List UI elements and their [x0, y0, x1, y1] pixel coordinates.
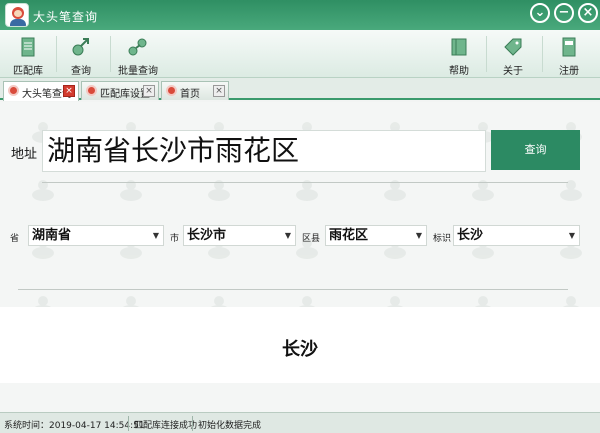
watermark-logo-icon: [118, 180, 144, 202]
close-icon[interactable]: ×: [63, 85, 75, 97]
batch-query-icon: [128, 38, 147, 56]
status-divider: [192, 416, 193, 431]
address-input[interactable]: 湖南省长沙市雨花区: [42, 130, 486, 172]
app-tab-icon: [8, 85, 19, 96]
tab-query[interactable]: 大头笔查询 ×: [3, 81, 79, 101]
register-button[interactable]: 注册: [554, 30, 584, 78]
district-label: 区县: [302, 234, 321, 244]
document-icon: [21, 37, 35, 57]
close-icon[interactable]: ×: [578, 3, 598, 23]
window-title: 大头笔查询: [33, 10, 99, 24]
city-select[interactable]: 长沙市 ▼: [183, 225, 296, 246]
result-panel: 长沙: [0, 307, 600, 383]
tag-label: 标识: [433, 234, 452, 244]
dropdown-arrow-icon: ▼: [568, 231, 575, 240]
query-button[interactable]: 查询: [491, 130, 580, 170]
init-status: 初始化数据完成: [198, 421, 262, 431]
watermark-logo-icon: [206, 180, 232, 202]
register-doc-icon: [562, 37, 576, 57]
toolbar-divider: [542, 36, 543, 72]
dropdown-arrow-icon: ▼: [415, 231, 422, 240]
tag-icon: [504, 38, 522, 56]
search-arrow-icon: [72, 38, 89, 56]
status-bar: 系统时间：2019-04-17 14:54:51 匹配库连接成功 初始化数据完成: [0, 412, 600, 433]
help-book-icon: [451, 38, 467, 56]
tag-select[interactable]: 长沙 ▼: [453, 225, 580, 246]
app-logo-icon: [5, 3, 29, 27]
province-label: 省: [10, 234, 20, 244]
help-button[interactable]: 帮助: [444, 30, 474, 78]
close-icon[interactable]: ×: [143, 85, 155, 97]
toolbar-divider: [486, 36, 487, 72]
db-status: 匹配库连接成功: [134, 421, 198, 431]
city-label: 市: [170, 234, 180, 244]
dropdown-arrow-icon: ▼: [152, 231, 159, 240]
address-label: 地址: [11, 147, 38, 162]
system-time: 系统时间：2019-04-17 14:54:51: [4, 421, 145, 431]
divider: [42, 182, 568, 183]
about-button[interactable]: 关于: [498, 30, 528, 78]
watermark-logo-icon: [294, 180, 320, 202]
watermark-logo-icon: [382, 180, 408, 202]
province-select[interactable]: 湖南省 ▼: [28, 225, 164, 246]
result-text: 长沙: [282, 339, 318, 360]
collapse-icon[interactable]: ⌄: [530, 3, 550, 23]
app-tab-icon: [86, 85, 97, 96]
status-divider: [128, 416, 129, 431]
divider: [18, 289, 568, 290]
title-bar: 大头笔查询 ⌄ − ×: [0, 0, 600, 30]
tab-strip: 大头笔查询 × 匹配库设置 × 首页 ×: [0, 78, 600, 101]
toolbar-divider: [110, 36, 111, 72]
match-db-button[interactable]: 匹配库: [6, 30, 50, 78]
close-icon[interactable]: ×: [213, 85, 225, 97]
query-toolbar-button[interactable]: 查询: [62, 30, 100, 78]
tab-home[interactable]: 首页 ×: [161, 81, 229, 100]
watermark-logo-icon: [30, 180, 56, 202]
minimize-icon[interactable]: −: [554, 3, 574, 23]
batch-query-button[interactable]: 批量查询: [116, 30, 160, 78]
toolbar-divider: [56, 36, 57, 72]
main-panel: 地址 湖南省长沙市雨花区 查询 省 湖南省 ▼ 市 长沙市 ▼ 区县 雨花区 ▼…: [0, 102, 600, 412]
watermark-logo-icon: [558, 180, 584, 202]
toolbar: 匹配库 查询 批量查询 帮助 关于 注册: [0, 30, 600, 78]
tab-match-db-settings[interactable]: 匹配库设置 ×: [81, 81, 159, 100]
dropdown-arrow-icon: ▼: [284, 231, 291, 240]
app-tab-icon: [166, 85, 177, 96]
watermark-logo-icon: [470, 180, 496, 202]
district-select[interactable]: 雨花区 ▼: [325, 225, 427, 246]
